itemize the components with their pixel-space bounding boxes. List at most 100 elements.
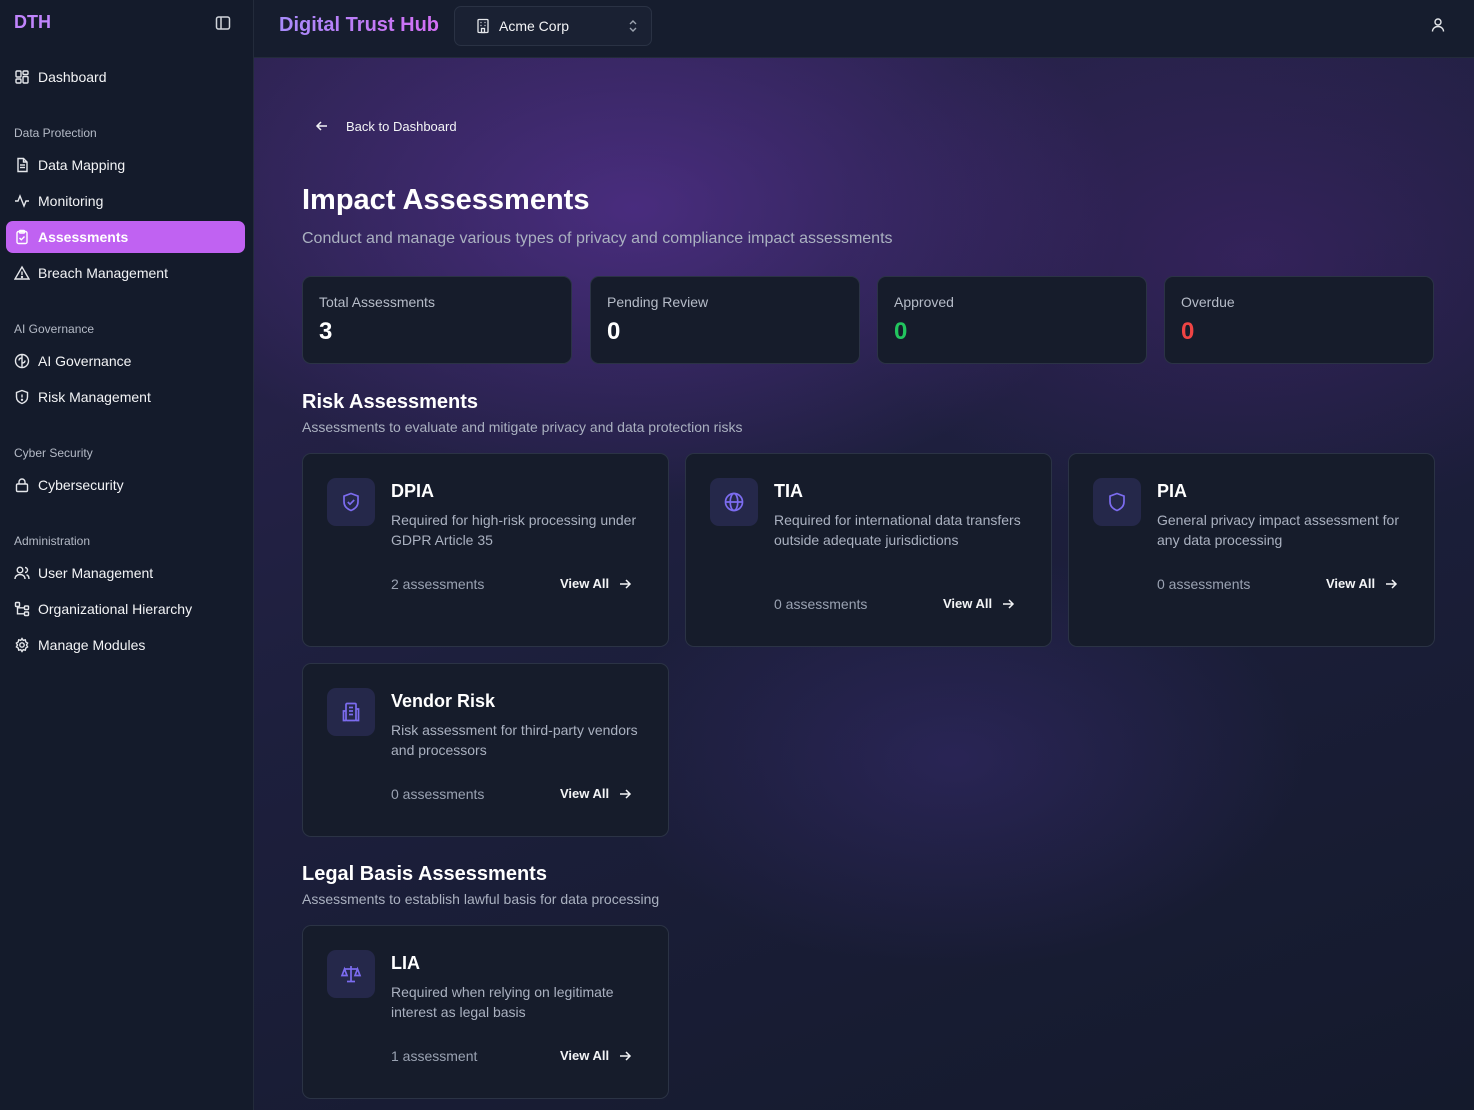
sidebar-item-organizational-hierarchy[interactable]: Organizational Hierarchy bbox=[6, 593, 245, 625]
card-description: General privacy impact assessment for an… bbox=[1157, 512, 1399, 548]
sidebar-item-user-management[interactable]: User Management bbox=[6, 557, 245, 589]
sidebar-toggle-icon[interactable] bbox=[214, 14, 232, 32]
sidebar-item-cybersecurity[interactable]: Cybersecurity bbox=[6, 469, 245, 501]
sidebar-item-breach-management[interactable]: Breach Management bbox=[6, 257, 245, 289]
card-description: Risk assessment for third-party vendors … bbox=[391, 722, 638, 758]
sidebar-item-label: Monitoring bbox=[38, 193, 104, 209]
card-count: 0 assessments bbox=[391, 786, 485, 802]
top-header: Digital Trust Hub Acme Corp bbox=[254, 0, 1474, 58]
assessment-card-tia[interactable]: TIA Required for international data tran… bbox=[685, 453, 1052, 647]
stat-value: 0 bbox=[894, 318, 908, 345]
sidebar-item-label: Cybersecurity bbox=[38, 477, 124, 493]
stat-value: 0 bbox=[607, 318, 621, 345]
sidebar-item-label: Dashboard bbox=[38, 69, 107, 85]
sidebar-item-label: Data Mapping bbox=[38, 157, 126, 173]
card-description: Required for international data transfer… bbox=[774, 512, 1021, 548]
stat-value: 0 bbox=[1181, 318, 1195, 345]
card-title: TIA bbox=[774, 481, 803, 501]
arrow-right-icon bbox=[1384, 577, 1398, 591]
stat-card-total: Total Assessments 3 bbox=[302, 276, 572, 364]
card-title: PIA bbox=[1157, 481, 1188, 501]
stat-label: Pending Review bbox=[607, 294, 709, 310]
sidebar-item-label: Organizational Hierarchy bbox=[38, 601, 193, 617]
back-link-label: Back to Dashboard bbox=[346, 118, 457, 134]
sidebar-item-label: Manage Modules bbox=[38, 637, 146, 653]
sidebar-item-label: User Management bbox=[38, 565, 154, 581]
building-icon bbox=[475, 18, 491, 34]
arrow-right-icon bbox=[618, 577, 632, 591]
section-title-legal: Legal Basis Assessments bbox=[302, 863, 547, 885]
sidebar-item-monitoring[interactable]: Monitoring bbox=[6, 185, 245, 217]
arrow-right-icon bbox=[618, 1049, 632, 1063]
building-icon bbox=[327, 688, 375, 736]
card-title: Vendor Risk bbox=[391, 691, 496, 711]
assessment-card-vendor-risk[interactable]: Vendor Risk Risk assessment for third-pa… bbox=[302, 663, 669, 837]
card-description: Required when relying on legitimate inte… bbox=[391, 984, 614, 1020]
assessment-card-dpia[interactable]: DPIA Required for high-risk processing u… bbox=[302, 453, 669, 647]
clipboard-check-icon bbox=[14, 229, 30, 245]
view-all-button[interactable]: View All bbox=[560, 1048, 632, 1063]
section-label-cyber-security: Cyber Security bbox=[14, 446, 93, 460]
chevrons-up-down-icon bbox=[627, 19, 639, 33]
card-title: LIA bbox=[391, 953, 420, 973]
view-all-label: View All bbox=[560, 786, 610, 801]
assessment-card-pia[interactable]: PIA General privacy impact assessment fo… bbox=[1068, 453, 1435, 647]
app-title[interactable]: Digital Trust Hub bbox=[279, 14, 439, 37]
view-all-button[interactable]: View All bbox=[560, 786, 632, 801]
section-label-ai-governance: AI Governance bbox=[14, 322, 95, 336]
back-to-dashboard-link[interactable]: Back to Dashboard bbox=[314, 116, 457, 136]
card-title: DPIA bbox=[391, 481, 435, 501]
stat-card-overdue: Overdue 0 bbox=[1164, 276, 1434, 364]
alert-triangle-icon bbox=[14, 265, 30, 281]
sidebar-item-label: Breach Management bbox=[38, 265, 168, 281]
view-all-label: View All bbox=[560, 1048, 610, 1063]
organization-name: Acme Corp bbox=[499, 18, 570, 34]
sidebar-item-dashboard[interactable]: Dashboard bbox=[6, 61, 245, 93]
sidebar-item-label: Assessments bbox=[38, 229, 129, 245]
sidebar: DTH Dashboard Data Protection Data Mappi… bbox=[0, 0, 254, 1110]
sidebar-item-data-mapping[interactable]: Data Mapping bbox=[6, 149, 245, 181]
organization-select[interactable]: Acme Corp bbox=[454, 6, 652, 46]
stat-card-pending: Pending Review 0 bbox=[590, 276, 860, 364]
card-count: 1 assessment bbox=[391, 1048, 478, 1064]
brand-logo[interactable]: DTH bbox=[14, 12, 51, 33]
shield-icon bbox=[1093, 478, 1141, 526]
stat-value: 3 bbox=[319, 318, 333, 345]
section-label-data-protection: Data Protection bbox=[14, 126, 97, 140]
sidebar-item-manage-modules[interactable]: Manage Modules bbox=[6, 629, 245, 661]
page-title: Impact Assessments bbox=[302, 184, 590, 216]
section-subtitle-legal: Assessments to establish lawful basis fo… bbox=[302, 891, 660, 907]
assessment-card-lia[interactable]: LIA Required when relying on legitimate … bbox=[302, 925, 669, 1099]
card-count: 0 assessments bbox=[774, 596, 868, 612]
activity-icon bbox=[14, 193, 30, 209]
main-content: Back to Dashboard Impact Assessments Con… bbox=[254, 58, 1474, 1110]
sidebar-item-ai-governance[interactable]: AI Governance bbox=[6, 345, 245, 377]
view-all-button[interactable]: View All bbox=[943, 596, 1015, 611]
card-count: 2 assessments bbox=[391, 576, 485, 592]
section-subtitle-risk: Assessments to evaluate and mitigate pri… bbox=[302, 419, 743, 435]
page-subtitle: Conduct and manage various types of priv… bbox=[302, 230, 893, 247]
view-all-button[interactable]: View All bbox=[1326, 576, 1398, 591]
view-all-button[interactable]: View All bbox=[560, 576, 632, 591]
card-count: 0 assessments bbox=[1157, 576, 1251, 592]
stat-label: Overdue bbox=[1181, 294, 1235, 310]
dashboard-icon bbox=[14, 69, 30, 85]
card-description: Required for high-risk processing under … bbox=[391, 512, 637, 548]
view-all-label: View All bbox=[560, 576, 610, 591]
scale-icon bbox=[327, 950, 375, 998]
users-icon bbox=[14, 565, 30, 581]
sidebar-item-label: AI Governance bbox=[38, 353, 132, 369]
sidebar-item-assessments[interactable]: Assessments bbox=[6, 221, 245, 253]
arrow-left-icon bbox=[314, 118, 330, 134]
view-all-label: View All bbox=[943, 596, 993, 611]
shield-check-icon bbox=[327, 478, 375, 526]
sidebar-item-label: Risk Management bbox=[38, 389, 151, 405]
stat-card-approved: Approved 0 bbox=[877, 276, 1147, 364]
view-all-label: View All bbox=[1326, 576, 1376, 591]
stat-label: Approved bbox=[894, 294, 954, 310]
user-icon[interactable] bbox=[1430, 17, 1446, 33]
file-text-icon bbox=[14, 157, 30, 173]
section-label-administration: Administration bbox=[14, 534, 91, 548]
sidebar-item-risk-management[interactable]: Risk Management bbox=[6, 381, 245, 413]
hierarchy-icon bbox=[14, 601, 30, 617]
